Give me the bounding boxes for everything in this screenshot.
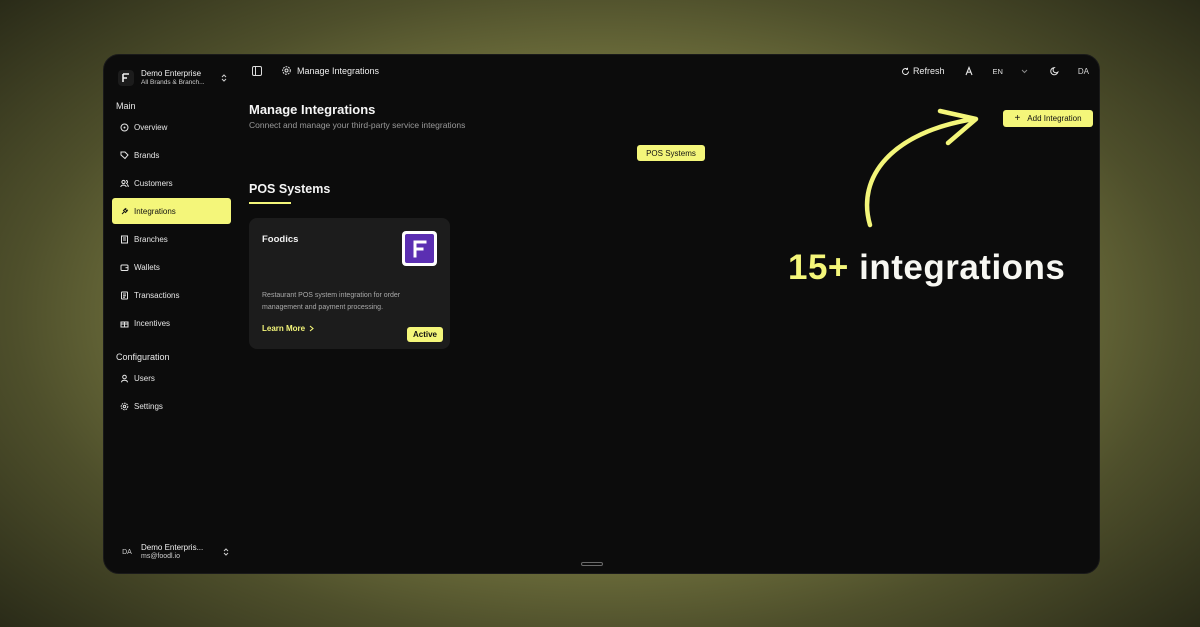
- avatar[interactable]: DA: [1078, 67, 1089, 76]
- sidebar-item-label: Overview: [134, 122, 168, 132]
- plus-icon: +: [1014, 113, 1021, 124]
- building-icon: [120, 235, 129, 244]
- filter-chip-pos-systems[interactable]: POS Systems: [637, 145, 705, 161]
- sidebar-item-users[interactable]: Users: [112, 365, 231, 391]
- sidebar-item-transactions[interactable]: Transactions: [112, 282, 231, 308]
- section-underline: [249, 202, 291, 204]
- add-integration-button[interactable]: + Add Integration: [1003, 110, 1093, 127]
- breadcrumb: Manage Integrations: [281, 65, 379, 76]
- sidebar-item-wallets[interactable]: Wallets: [112, 254, 231, 280]
- user-icon: [120, 374, 129, 383]
- gift-icon: [120, 319, 129, 328]
- status-badge: Active: [407, 327, 443, 342]
- sidebar-item-label: Settings: [134, 401, 163, 411]
- sidebar: Demo Enterprise All Brands & Branch... M…: [104, 55, 238, 573]
- sidebar-item-label: Users: [134, 373, 155, 383]
- receipt-icon: [120, 291, 129, 300]
- sidebar-item-label: Incentives: [134, 318, 171, 328]
- sidebar-item-label: Brands: [134, 150, 160, 160]
- org-switcher[interactable]: Demo Enterprise All Brands & Branch...: [118, 67, 228, 89]
- home-indicator: [581, 562, 603, 566]
- sidebar-toggle-icon[interactable]: [251, 65, 263, 77]
- page-subtitle: Connect and manage your third-party serv…: [249, 120, 466, 130]
- moon-icon: [1050, 67, 1059, 76]
- chevron-up-down-icon: [221, 74, 227, 82]
- sidebar-item-label: Wallets: [134, 262, 160, 272]
- sidebar-item-brands[interactable]: Brands: [112, 142, 231, 168]
- sidebar-item-integrations[interactable]: Integrations: [112, 198, 231, 224]
- section-title: POS Systems: [249, 182, 331, 196]
- gear-icon: [282, 66, 291, 75]
- tag-icon: [120, 151, 129, 160]
- translate-button[interactable]: [964, 66, 974, 76]
- promo-headline: 15+ integrations: [788, 248, 1065, 288]
- app-window: Demo Enterprise All Brands & Branch... M…: [103, 54, 1100, 574]
- sidebar-item-label: Branches: [134, 234, 168, 244]
- user-menu[interactable]: DA Demo Enterpris... ms@foodl.io: [118, 541, 230, 563]
- language-select[interactable]: EN: [992, 67, 1002, 76]
- sidebar-item-settings[interactable]: Settings: [112, 393, 231, 419]
- refresh-icon: [901, 67, 909, 75]
- sidebar-item-label: Integrations: [134, 206, 176, 216]
- sidebar-item-customers[interactable]: Customers: [112, 170, 231, 196]
- learn-more-label: Learn More: [262, 324, 306, 333]
- chevron-up-down-icon: [223, 548, 229, 556]
- chevron-right-icon: [309, 325, 314, 332]
- refresh-label: Refresh: [912, 66, 945, 76]
- org-logo-icon: [118, 70, 134, 86]
- breadcrumb-label: Manage Integrations: [297, 65, 380, 76]
- user-email: ms@foodl.io: [141, 553, 181, 560]
- avatar: DA: [122, 548, 132, 556]
- sidebar-item-branches[interactable]: Branches: [112, 226, 231, 252]
- language-dropdown[interactable]: [1021, 69, 1028, 74]
- org-name: Demo Enterprise: [141, 69, 202, 78]
- add-integration-label: Add Integration: [1027, 114, 1082, 123]
- translate-icon: [965, 66, 973, 76]
- user-name: Demo Enterpris...: [141, 543, 204, 552]
- users-icon: [120, 179, 129, 188]
- nav-main: Overview Brands Customers Integrations B…: [112, 114, 231, 338]
- chevron-down-icon: [1021, 69, 1028, 73]
- topbar-actions: Refresh EN DA: [901, 64, 1089, 78]
- sidebar-item-label: Customers: [134, 178, 173, 188]
- wallet-icon: [120, 263, 129, 272]
- sidebar-item-overview[interactable]: Overview: [112, 114, 231, 140]
- promo-text: integrations: [848, 248, 1066, 287]
- plug-icon: [120, 207, 129, 216]
- refresh-button[interactable]: Refresh: [901, 66, 945, 76]
- foodics-logo-icon: [402, 231, 437, 266]
- curved-arrow-icon: [864, 108, 979, 228]
- integration-card-foodics[interactable]: Foodics Restaurant POS system integratio…: [249, 218, 450, 349]
- org-scope: All Brands & Branch...: [141, 79, 205, 86]
- learn-more-link[interactable]: Learn More: [262, 324, 314, 333]
- section-label-configuration: Configuration: [116, 352, 170, 362]
- integration-name: Foodics: [262, 234, 299, 245]
- sidebar-item-incentives[interactable]: Incentives: [112, 310, 231, 336]
- gear-icon: [120, 402, 129, 411]
- theme-toggle-button[interactable]: [1050, 66, 1060, 76]
- promo-highlight: 15+: [788, 248, 849, 287]
- page-title: Manage Integrations: [249, 102, 376, 117]
- nav-configuration: Users Settings: [112, 365, 231, 421]
- sidebar-item-label: Transactions: [134, 290, 180, 300]
- integration-description: Restaurant POS system integration for or…: [262, 292, 401, 311]
- section-label-main: Main: [116, 101, 136, 111]
- overview-icon: [120, 123, 129, 132]
